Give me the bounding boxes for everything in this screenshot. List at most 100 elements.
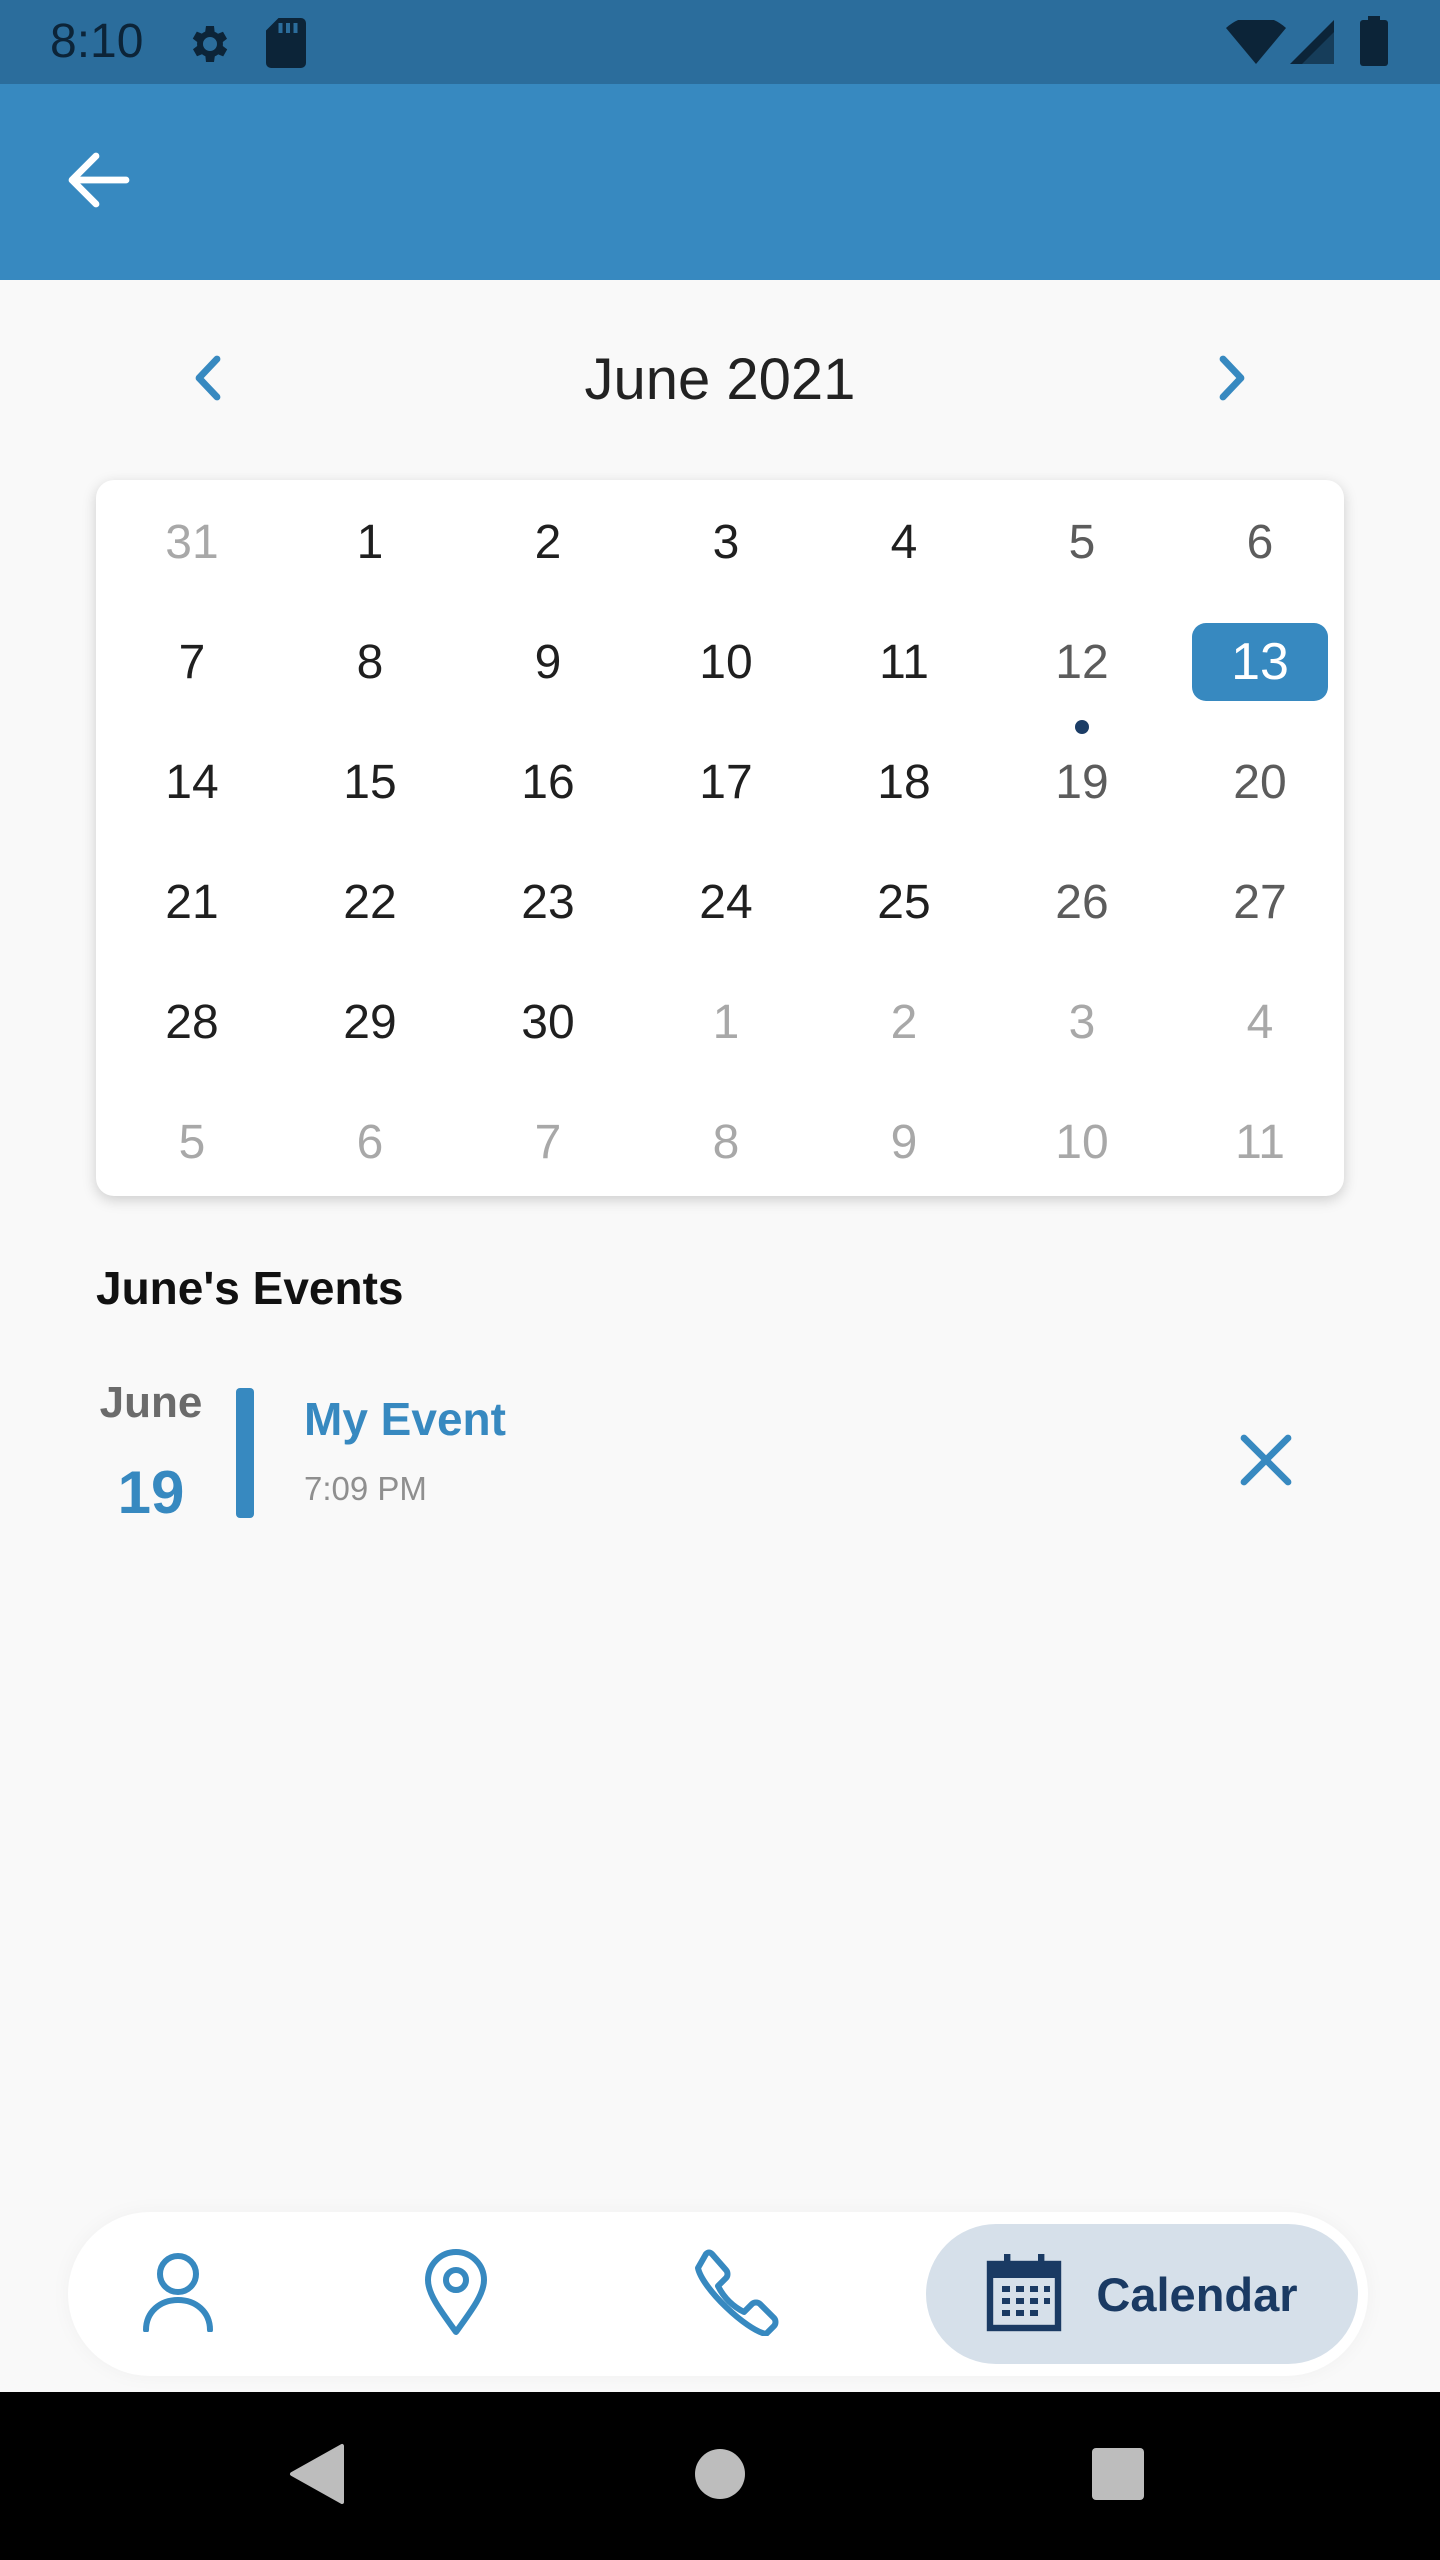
calendar-day-number: 29 — [343, 995, 397, 1049]
calendar-day[interactable]: 17 — [637, 722, 815, 842]
calendar-day[interactable]: 21 — [103, 842, 281, 962]
system-home-button[interactable] — [680, 2436, 760, 2516]
calendar-day[interactable]: 28 — [103, 962, 281, 1082]
event-month: June — [99, 1378, 203, 1427]
calendar-day[interactable]: 31 — [103, 482, 281, 602]
calendar-day[interactable]: 4 — [1171, 962, 1349, 1082]
calendar-day-number: 15 — [343, 755, 397, 809]
calendar-day[interactable]: 14 — [103, 722, 281, 842]
calendar-grid: 31 1 2 3 4 5 6 7 8 9 10 11 12 13 14 15 16 17 18 19 20 21 22 23 2… — [96, 480, 1344, 1196]
event-title: My Event — [304, 1393, 506, 1445]
sd-card-icon — [266, 18, 306, 73]
nav-calendar-label: Calendar — [1096, 2267, 1298, 2321]
phone-icon — [692, 2248, 780, 2341]
event-accent-bar — [236, 1388, 254, 1518]
calendar-day-number: 7 — [534, 1115, 562, 1169]
calendar-day-number: 9 — [890, 1115, 918, 1169]
calendar-day[interactable]: 3 — [993, 962, 1171, 1082]
calendar-day[interactable]: 1 — [637, 962, 815, 1082]
calendar-day[interactable]: 22 — [281, 842, 459, 962]
calendar-day[interactable]: 1 — [281, 482, 459, 602]
event-item[interactable]: June 19 My Event 7:09 PM — [96, 1370, 1344, 1530]
event-day: 19 — [117, 1459, 185, 1526]
calendar-day-number: 26 — [1055, 875, 1109, 929]
calendar-day[interactable]: 23 — [459, 842, 637, 962]
calendar-day-number: 4 — [890, 515, 918, 569]
calendar-day[interactable]: 6 — [281, 1082, 459, 1202]
calendar-day[interactable]: 29 — [281, 962, 459, 1082]
calendar-day-number: 16 — [521, 755, 575, 809]
next-month-button[interactable] — [1192, 350, 1272, 410]
calendar-day[interactable]: 4 — [815, 482, 993, 602]
calendar-day-number: 6 — [1246, 515, 1274, 569]
calendar-day-number: 1 — [356, 515, 384, 569]
calendar-day[interactable]: 11 — [1171, 1082, 1349, 1202]
location-pin-icon — [424, 2248, 488, 2341]
nav-calendar[interactable]: Calendar — [926, 2224, 1358, 2364]
calendar-day-number: 10 — [1055, 1115, 1109, 1169]
calendar-day[interactable]: 8 — [281, 602, 459, 722]
close-icon — [1238, 1432, 1294, 1493]
back-triangle-icon — [286, 2442, 346, 2511]
calendar-day-number: 2 — [534, 515, 562, 569]
calendar-day-number: 18 — [877, 755, 931, 809]
calendar-day[interactable]: 30 — [459, 962, 637, 1082]
calendar-day-number: 30 — [521, 995, 575, 1049]
calendar-day-number: 2 — [890, 995, 918, 1049]
calendar-day[interactable]: 5 — [103, 1082, 281, 1202]
calendar-day-number: 13 — [1192, 623, 1328, 701]
calendar-day[interactable]: 2 — [459, 482, 637, 602]
calendar-day[interactable]: 18 — [815, 722, 993, 842]
status-time: 8:10 — [50, 15, 144, 68]
calendar-day[interactable]: 6 — [1171, 482, 1349, 602]
calendar-day-number: 8 — [356, 635, 384, 689]
calendar-day[interactable]: 25 — [815, 842, 993, 962]
calendar-day[interactable]: 9 — [459, 602, 637, 722]
nav-location[interactable] — [386, 2224, 526, 2364]
calendar-icon — [986, 2252, 1062, 2337]
month-header: June 2021 — [0, 330, 1440, 430]
calendar-day[interactable]: 7 — [459, 1082, 637, 1202]
calendar-card: 31 1 2 3 4 5 6 7 8 9 10 11 12 13 14 15 16 17 18 19 20 21 22 23 2… — [96, 480, 1344, 1196]
calendar-day-number: 24 — [699, 875, 753, 929]
calendar-day-number: 5 — [1068, 515, 1096, 569]
calendar-day-number: 8 — [712, 1115, 740, 1169]
app-bar — [0, 84, 1440, 280]
system-back-button[interactable] — [276, 2436, 356, 2516]
calendar-day[interactable]: 20 — [1171, 722, 1349, 842]
calendar-day-selected[interactable]: 13 — [1171, 602, 1349, 722]
calendar-day[interactable]: 16 — [459, 722, 637, 842]
calendar-day[interactable]: 19 — [993, 720, 1171, 842]
battery-icon — [1360, 16, 1388, 71]
delete-event-button[interactable] — [1226, 1422, 1306, 1502]
calendar-day-number: 10 — [699, 635, 753, 689]
nav-profile[interactable] — [108, 2224, 248, 2364]
calendar-day[interactable]: 9 — [815, 1082, 993, 1202]
calendar-day-number: 27 — [1233, 875, 1287, 929]
calendar-day[interactable]: 27 — [1171, 842, 1349, 962]
nav-phone[interactable] — [666, 2224, 806, 2364]
calendar-day[interactable]: 10 — [993, 1082, 1171, 1202]
calendar-day[interactable]: 8 — [637, 1082, 815, 1202]
calendar-day[interactable]: 3 — [637, 482, 815, 602]
calendar-day[interactable]: 24 — [637, 842, 815, 962]
calendar-day[interactable]: 15 — [281, 722, 459, 842]
calendar-day[interactable]: 5 — [993, 482, 1171, 602]
events-heading: June's Events — [96, 1262, 404, 1314]
signal-icon — [1290, 20, 1334, 69]
calendar-day[interactable]: 26 — [993, 842, 1171, 962]
system-recents-button[interactable] — [1078, 2436, 1158, 2516]
calendar-day-number: 31 — [165, 515, 219, 569]
calendar-day-number: 17 — [699, 755, 753, 809]
back-button[interactable] — [48, 132, 148, 232]
calendar-day-number: 28 — [165, 995, 219, 1049]
calendar-day[interactable]: 11 — [815, 602, 993, 722]
calendar-day[interactable]: 10 — [637, 602, 815, 722]
calendar-day[interactable]: 2 — [815, 962, 993, 1082]
calendar-day[interactable]: 12 — [993, 602, 1171, 722]
calendar-day[interactable]: 7 — [103, 602, 281, 722]
event-indicator-dot — [1075, 720, 1089, 734]
bottom-nav: Calendar — [68, 2212, 1368, 2376]
calendar-day-number: 4 — [1246, 995, 1274, 1049]
calendar-day-number: 5 — [178, 1115, 206, 1169]
